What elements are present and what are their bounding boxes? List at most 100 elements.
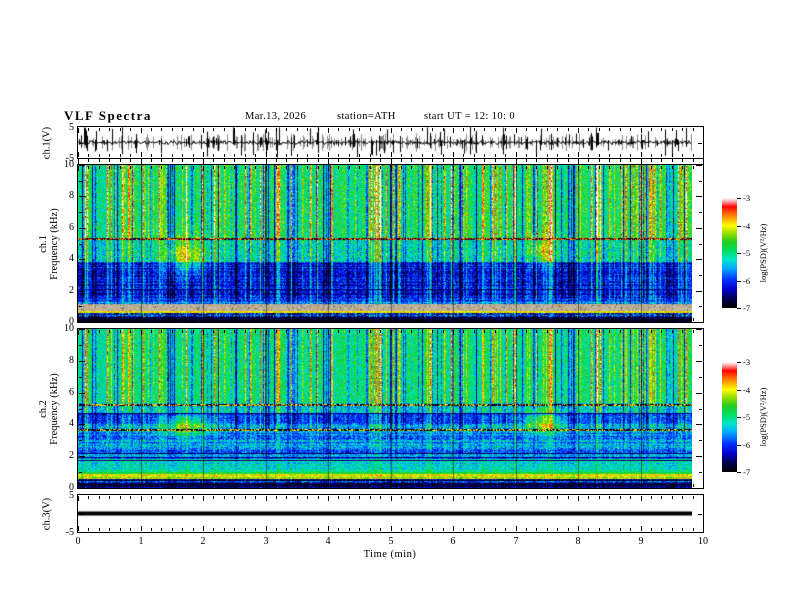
ch1-spec-x-tick-top [88,166,89,169]
ch3-wave-x-tick-bottom [224,528,225,531]
ch3-wave-x-tick-bottom [318,528,319,531]
ch2-spec-x-tick-top [703,330,704,335]
colorbar2-tick [737,445,741,446]
ch1-spec-x-tick-bottom [484,318,485,321]
ch1-y-tick-right [696,322,702,323]
ch1-wave-x-tick-outer [78,159,79,164]
ch1-y-tick-left [79,165,85,166]
ch1-wave-x-tick-top [609,128,610,131]
ch1-spec-x-tick-top [380,166,381,169]
ch1-spec-x-tick-bottom [213,318,214,321]
ch1-wave-x-tick-outer [88,159,89,162]
ch1-wave-x-tick-bottom [193,154,194,157]
ch2-y-tick-right [696,488,702,489]
ch1-spec-x-tick-top [641,166,642,171]
ch3-wave-x-tick-bottom [630,528,631,531]
ch3-wave-x-tick-bottom [620,528,621,531]
ch1-wave-x-tick-bottom [182,154,183,157]
ch1-wave-x-tick-top [588,128,589,131]
ch1-wave-x-tick-outer [130,159,131,162]
ch2-spec-x-tick-bottom [505,484,506,487]
ch1-spec-x-tick-bottom [286,318,287,321]
ch1-spec-x-tick-bottom [651,318,652,321]
ch3-wave-x-tick-top [630,496,631,499]
ch1-spec-x-tick-top [338,166,339,169]
ch3-wave-x-tick-top [422,496,423,499]
ch1-spec-x-tick-top [120,166,121,169]
ch2-spec-x-tick-bottom [338,484,339,487]
ch1-wave-x-tick-outer [182,159,183,162]
ch1-spec-x-tick-bottom [99,318,100,321]
ch1-wave-x-tick-outer [516,159,517,164]
ch1-wave-x-tick-outer [391,159,392,164]
ch1-wave-x-tick-outer [328,159,329,164]
ch2-spec-x-tick-bottom [453,482,454,487]
ch1-wave-x-tick-outer [380,159,381,162]
ch1-y-tick-left [79,196,85,197]
ch1-spec-x-tick-top [161,166,162,169]
ch1-spec-x-tick-top [516,166,517,171]
ch1-wave-x-tick-top [88,128,89,131]
ch2-spec-x-tick-bottom [536,484,537,487]
ch2-spec-x-tick-top [380,330,381,333]
ch1-y-tick-left [79,259,85,260]
ch3-wave-x-tick-top [370,496,371,499]
ch1-spec-x-tick-top [693,166,694,169]
ch1-wave-x-tick-outer [672,159,673,162]
ch2-spec-x-tick-bottom [78,482,79,487]
ch1-wave-x-tick-bottom [693,154,694,157]
time-tick-label: 4 [325,536,331,547]
ch1-y-tick-label: 8 [69,190,74,201]
ch1-spec-x-tick-bottom [620,318,621,321]
ch3-wave-x-tick-top [172,496,173,499]
ch3-wave-x-tick-top [99,496,100,499]
ch1-wave-x-tick-outer [161,159,162,162]
ch1-spec-x-tick-top [568,166,569,169]
ch3-wave-x-tick-bottom [536,528,537,531]
ch2-y-tick-left [79,488,85,489]
ch3-wave-x-tick-bottom [557,528,558,531]
ch2-spec-x-tick-bottom [620,484,621,487]
ch1-wave-x-tick-bottom [557,154,558,157]
ch3v-y-tick-right [698,514,702,515]
ch2-spec-x-tick-top [630,330,631,333]
date-label: Mar.13, 2026 [245,111,307,122]
ch3-wave-x-tick-bottom [213,528,214,531]
ch1-y-tick-right [699,181,702,182]
ch3-wave-x-tick-bottom [568,528,569,531]
ch1-spectrogram-frame [77,164,704,323]
ch2-y-tick-left [79,409,82,410]
ch2-y-tick-left [79,329,85,330]
ch2-y-tick-right [699,440,702,441]
ch1-spec-x-tick-bottom [297,318,298,321]
ch1-wave-x-tick-top [536,128,537,131]
ch1-spec-x-tick-bottom [328,316,329,321]
ch3-wave-x-tick-bottom [276,528,277,531]
ch2-spec-x-tick-bottom [516,482,517,487]
ch1-wave-x-tick-outer [141,159,142,164]
ch3-wave-x-tick-bottom [172,528,173,531]
ch1-wave-x-tick-top [682,128,683,131]
ch1-wave-x-tick-top [151,128,152,131]
ch1-wave-x-tick-top [338,128,339,131]
ch1-wave-x-tick-outer [422,159,423,162]
ch2-spec-x-tick-bottom [661,484,662,487]
ch1-wave-x-tick-bottom [224,154,225,157]
ch3-wave-x-tick-top [588,496,589,499]
ch2-spec-x-tick-top [120,330,121,333]
ch1-wave-x-tick-outer [245,159,246,162]
ch1-spec-x-tick-bottom [255,318,256,321]
ch1-wave-x-tick-top [255,128,256,131]
ch2-spec-x-tick-bottom [307,484,308,487]
ch1-wave-x-tick-bottom [588,154,589,157]
ch1-wave-x-tick-bottom [463,154,464,157]
ch1-wave-x-tick-top [411,128,412,131]
ch3-wave-x-tick-top [318,496,319,499]
ch2-y-tick-left [79,472,82,473]
ch1-spec-x-tick-top [599,166,600,169]
ch1-wave-x-tick-top [234,128,235,131]
ch1-spec-x-tick-top [474,166,475,169]
ch1v-y-tick-left [79,143,83,144]
ch3-wave-x-tick-bottom [255,528,256,531]
ch1v-y-tick-label: 5 [69,122,74,133]
